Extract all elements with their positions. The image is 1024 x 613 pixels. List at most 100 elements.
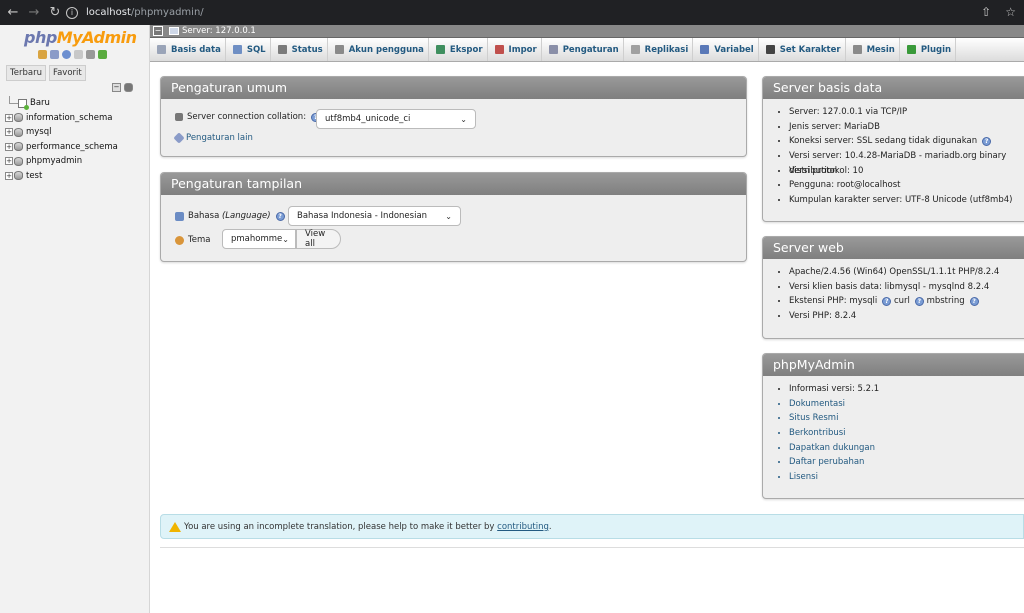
share-icon[interactable]: ⇧: [981, 5, 991, 19]
tree-item-phpmyadmin[interactable]: + phpmyadmin: [5, 154, 145, 169]
documentation-link[interactable]: Dokumentasi: [789, 397, 1024, 412]
more-settings-link[interactable]: Pengaturan lain: [186, 133, 253, 143]
server-icon: [169, 27, 179, 35]
help-icon[interactable]: ?: [882, 297, 892, 307]
favorite-tab[interactable]: Favorit: [48, 65, 86, 81]
tab-label: Ekspor: [449, 44, 483, 55]
reload-icon[interactable]: ↻: [47, 5, 63, 21]
logout-icon[interactable]: [50, 50, 59, 59]
info-item: Pengguna: root@localhost: [789, 178, 1024, 193]
expand-icon[interactable]: +: [5, 128, 13, 137]
tab-basis-data[interactable]: Basis data: [150, 38, 226, 61]
forward-arrow-icon[interactable]: →: [26, 5, 42, 21]
wrench-icon: [173, 132, 185, 144]
database-icon: [14, 142, 23, 152]
help-icon[interactable]: [62, 50, 71, 59]
theme-select[interactable]: pmahomme ⌄: [222, 229, 296, 249]
tree-item-information-schema[interactable]: + information_schema: [5, 111, 145, 126]
import-icon: [494, 45, 504, 54]
view-all-themes-button[interactable]: View all: [296, 229, 341, 249]
tab-mesin[interactable]: Mesin: [846, 38, 900, 61]
expand-icon[interactable]: +: [5, 142, 13, 151]
tab-label: Plugin: [920, 44, 952, 55]
theme-label: Tema: [188, 235, 211, 245]
help-icon[interactable]: ?: [914, 297, 924, 307]
navigation-panel: phpMyAdmin Terbaru Favorit − Baru + info…: [0, 25, 150, 613]
changelog-link[interactable]: Daftar perubahan: [789, 455, 1024, 470]
tab-pengaturan[interactable]: Pengaturan: [542, 38, 624, 61]
database-icon: [14, 113, 23, 123]
tree-item-label: phpmyadmin: [26, 156, 83, 167]
divider: [160, 547, 1024, 548]
general-settings-panel: Pengaturan umum Server connection collat…: [160, 76, 747, 157]
docs-icon[interactable]: [74, 50, 83, 59]
url-path: /phpmyadmin/: [130, 7, 204, 18]
php-extension-mbstring: mbstring: [926, 296, 965, 307]
tree-item-label: performance_schema: [26, 141, 118, 152]
collapse-all-icon[interactable]: −: [112, 83, 121, 92]
theme-select-value: pmahomme: [231, 234, 283, 244]
tab-ekspor[interactable]: Ekspor: [429, 38, 488, 61]
nav-shortcut-icons: [38, 50, 107, 59]
chevron-down-icon: ⌄: [282, 234, 289, 244]
expand-icon[interactable]: +: [5, 113, 13, 122]
home-icon[interactable]: [38, 50, 47, 59]
recent-tab[interactable]: Terbaru: [6, 65, 46, 81]
help-icon[interactable]: ?: [275, 211, 285, 221]
database-server-info-list: Server: 127.0.0.1 via TCP/IP Jenis serve…: [763, 99, 1024, 208]
version-info: Informasi versi: 5.2.1: [789, 382, 1024, 397]
tree-item-new[interactable]: Baru: [5, 96, 145, 111]
tab-set-karakter[interactable]: Set Karakter: [759, 38, 846, 61]
bookmark-star-icon[interactable]: ☆: [1005, 5, 1016, 19]
tab-variabel[interactable]: Variabel: [693, 38, 759, 61]
tree-item-label: mysql: [26, 127, 52, 138]
official-site-link[interactable]: Situs Resmi: [789, 411, 1024, 426]
info-item: Versi protokol: 10: [789, 164, 1024, 179]
tab-plugin[interactable]: Plugin: [900, 38, 957, 61]
tab-impor[interactable]: Impor: [488, 38, 542, 61]
reload-nav-icon[interactable]: [98, 50, 107, 59]
tab-akun-pengguna[interactable]: Akun pengguna: [328, 38, 429, 61]
language-select[interactable]: Bahasa Indonesia - Indonesian ⌄: [288, 206, 461, 226]
tab-label: Set Karakter: [779, 44, 841, 55]
tab-status[interactable]: Status: [271, 38, 328, 61]
appearance-settings-panel: Pengaturan tampilan Bahasa (Language) ? …: [160, 172, 747, 262]
web-server-panel: Server web Apache/2.4.56 (Win64) OpenSSL…: [762, 236, 1024, 339]
tree-item-mysql[interactable]: + mysql: [5, 125, 145, 140]
panel-title: Pengaturan tampilan: [161, 173, 746, 195]
panel-title: Pengaturan umum: [161, 77, 746, 99]
language-select-value: Bahasa Indonesia - Indonesian: [297, 211, 428, 221]
address-bar[interactable]: i localhost/phpmyadmin/: [66, 3, 1006, 22]
contributing-link[interactable]: contributing: [497, 522, 549, 532]
site-info-icon[interactable]: i: [66, 6, 78, 19]
help-icon[interactable]: ?: [982, 137, 992, 147]
back-arrow-icon[interactable]: ←: [5, 5, 21, 21]
notice-text: You are using an incomplete translation,…: [184, 521, 495, 532]
tree-item-performance-schema[interactable]: + performance_schema: [5, 140, 145, 155]
help-icon[interactable]: ?: [969, 297, 979, 307]
collation-select[interactable]: utf8mb4_unicode_ci ⌄: [316, 109, 476, 129]
expand-icon[interactable]: +: [5, 171, 13, 180]
tab-label: Pengaturan: [562, 44, 619, 55]
server-label[interactable]: Server: 127.0.0.1: [182, 26, 256, 36]
contribute-link[interactable]: Berkontribusi: [789, 426, 1024, 441]
link-with-main-icon[interactable]: [124, 83, 133, 92]
info-item: Server: 127.0.0.1 via TCP/IP: [789, 105, 1024, 120]
get-support-link[interactable]: Dapatkan dukungan: [789, 441, 1024, 456]
tab-sql[interactable]: SQL: [226, 38, 271, 61]
panel-title: Server basis data: [763, 77, 1024, 99]
php-extension-curl: curl: [893, 296, 910, 307]
info-item: Ekstensi PHP: mysqli? curl? mbstring?: [789, 294, 1024, 309]
settings-gear-icon[interactable]: [86, 50, 95, 59]
phpmyadmin-logo[interactable]: phpMyAdmin: [24, 28, 137, 47]
collapse-panel-icon[interactable]: −: [153, 26, 163, 36]
expand-icon[interactable]: +: [5, 157, 13, 166]
browser-toolbar: ← → ↻ i localhost/phpmyadmin/ ⇧ ☆: [0, 0, 1024, 25]
tree-item-test[interactable]: + test: [5, 169, 145, 184]
tab-replikasi[interactable]: Replikasi: [624, 38, 694, 61]
database-icon: [14, 171, 23, 181]
license-link[interactable]: Lisensi: [789, 470, 1024, 485]
collation-icon: [175, 113, 183, 121]
language-label-english: (Language): [221, 211, 271, 221]
warning-icon: [169, 521, 181, 532]
